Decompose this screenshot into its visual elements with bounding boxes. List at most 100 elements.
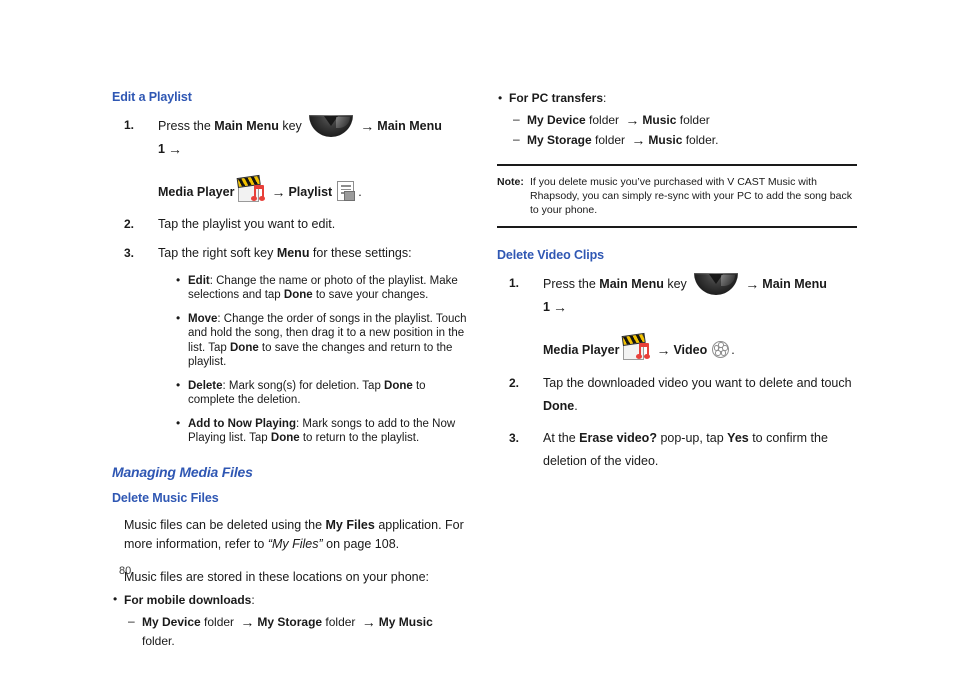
list-item: Delete: Mark song(s) for deletion. Tap D… <box>176 378 468 408</box>
bullet-bold-mid: Done <box>229 341 259 354</box>
video-reel-icon <box>712 340 730 358</box>
arrow-icon: → <box>271 183 286 200</box>
step-3-confirm-erase: 3. At the Erase video? pop-up, tap Yes t… <box>497 427 857 473</box>
step-text-erase-video: Erase video? <box>579 430 657 445</box>
step-text-b: pop-up, tap <box>656 430 728 445</box>
step-text: Tap the playlist you want to edit. <box>158 216 336 231</box>
para-text-a: Music files can be deleted using the <box>124 517 326 532</box>
step-text-video: Video <box>673 342 708 357</box>
arrow-icon: → <box>360 118 375 134</box>
playlist-icon <box>337 181 356 202</box>
step-text-a: At the <box>543 430 580 445</box>
bullet-bold-mid: Done <box>283 289 313 302</box>
left-column: Edit a Playlist 1. Press the Main Menu k… <box>112 90 468 651</box>
step-2-tap-playlist: 2. Tap the playlist you want to edit. <box>112 214 468 234</box>
path-segment-plain: folder <box>591 133 629 147</box>
path-segment-plain: folder. <box>682 133 719 147</box>
note-label: Note: <box>497 176 524 188</box>
arrow-icon: → <box>240 613 255 630</box>
para-bold-my-files: My Files <box>325 517 375 532</box>
step-text-b: for these settings: <box>309 245 412 260</box>
list-item: Edit: Change the name or photo of the pl… <box>176 273 468 303</box>
bullet-colon: : <box>603 91 607 105</box>
path-segment-bold: Music <box>642 113 677 127</box>
bullet-colon: : <box>251 592 255 607</box>
path-segment-plain: folder <box>200 614 238 629</box>
bullet-term: Add to Now Playing <box>188 417 296 430</box>
bullet-term: Move <box>188 312 218 325</box>
path-segment-bold: My Music <box>378 614 433 629</box>
step-text-main-menu: Main Menu <box>599 277 664 291</box>
step-text-media-player: Media Player <box>543 342 620 357</box>
step-text-press-the: Press the <box>158 119 215 133</box>
path-segment-bold: My Storage <box>527 133 592 147</box>
trailing-period: . <box>358 184 362 199</box>
step-number: 2. <box>124 216 135 231</box>
bullet-term: Delete <box>188 379 223 392</box>
bullet-term: For mobile downloads <box>124 592 252 607</box>
step-text-key: key <box>663 277 691 291</box>
step-text-menu: Menu <box>276 245 310 260</box>
step-1-edit-playlist: 1. Press the Main Menu key → Main Menu 1 →… <box>112 114 468 205</box>
arrow-icon: → <box>552 298 567 315</box>
step-text-a: Tap the downloaded video you want to del… <box>543 375 852 390</box>
path-pc-transfer-my-storage: My Storage folder →Music folder. <box>497 130 857 150</box>
path-segment-plain: folder. <box>142 633 175 648</box>
note-box: Note: If you delete music you’ve purchase… <box>497 164 857 228</box>
para-italic-my-files-ref: “My Files” <box>267 536 323 551</box>
step-text-media-player: Media Player <box>158 184 235 199</box>
path-pc-transfer-my-device: My Device folder →Music folder <box>497 110 857 130</box>
media-player-icon <box>622 332 651 361</box>
right-column: For PC transfers: My Device folder →Musi… <box>497 90 857 482</box>
arrow-icon: → <box>631 132 646 148</box>
step-text-yes: Yes <box>727 430 749 445</box>
path-segment-plain: folder <box>322 614 359 629</box>
paragraph-delete-with-my-files: Music files can be deleted using the My … <box>112 516 468 554</box>
bullet-bold-mid: Done <box>270 432 300 445</box>
path-mobile-downloads: My Device folder →My Storage folder →My … <box>112 612 468 651</box>
step-number: 3. <box>124 245 135 260</box>
arrow-icon: → <box>167 140 182 157</box>
path-segment-plain: folder <box>676 113 710 127</box>
list-item: Move: Change the order of songs in the p… <box>176 311 468 370</box>
trailing-period: . <box>731 342 735 357</box>
arrow-icon: → <box>361 613 376 630</box>
step-number: 1. <box>509 276 520 290</box>
step-2-delete-video: 2. Tap the downloaded video you want to … <box>497 372 857 418</box>
step-text-b: . <box>574 398 578 413</box>
heading-managing-media-files: Managing Media Files <box>112 463 253 480</box>
arrow-icon: → <box>745 276 760 292</box>
path-segment-bold: My Storage <box>257 614 323 629</box>
bullet-for-mobile-downloads: For mobile downloads: <box>112 591 468 609</box>
list-item: Add to Now Playing: Mark songs to add to… <box>176 416 468 446</box>
path-segment-bold: Music <box>648 133 683 147</box>
bullet-for-pc-transfers: For PC transfers: <box>497 90 857 107</box>
bullet-body-a: : Mark song(s) for deletion. Tap <box>222 379 385 392</box>
main-menu-key-icon <box>309 114 354 137</box>
note-body: Note: If you delete music you’ve purchase… <box>497 175 857 217</box>
step-text-done: Done <box>543 398 575 413</box>
arrow-icon: → <box>625 112 640 128</box>
step-3-menu-settings: 3. Tap the right soft key Menu for these… <box>112 243 468 263</box>
bullet-body-b: to return to the playlist. <box>299 432 420 445</box>
para-text-c: on page 108. <box>322 536 400 551</box>
menu-settings-list: Edit: Change the name or photo of the pl… <box>112 273 468 446</box>
arrow-icon: → <box>656 341 671 358</box>
note-text: If you delete music you’ve purchased wit… <box>530 176 852 216</box>
heading-edit-a-playlist: Edit a Playlist <box>112 90 192 104</box>
media-player-icon <box>237 174 266 203</box>
path-segment-plain: folder <box>585 113 623 127</box>
main-menu-key-icon <box>694 272 739 295</box>
step-text-key: key <box>278 119 306 133</box>
manual-page: Edit a Playlist 1. Press the Main Menu k… <box>0 0 954 682</box>
bullet-term: Edit <box>188 274 210 287</box>
step-number: 3. <box>509 430 520 445</box>
paragraph-storage-locations: Music files are stored in these location… <box>124 569 430 584</box>
step-number: 1. <box>124 118 135 132</box>
path-segment-bold: My Device <box>142 614 201 629</box>
step-text-a: Tap the right soft key <box>158 245 277 260</box>
step-text-press-the: Press the <box>543 277 600 291</box>
step-text-playlist: Playlist <box>288 184 333 199</box>
step-number: 2. <box>509 375 520 390</box>
path-segment-bold: My Device <box>527 113 586 127</box>
